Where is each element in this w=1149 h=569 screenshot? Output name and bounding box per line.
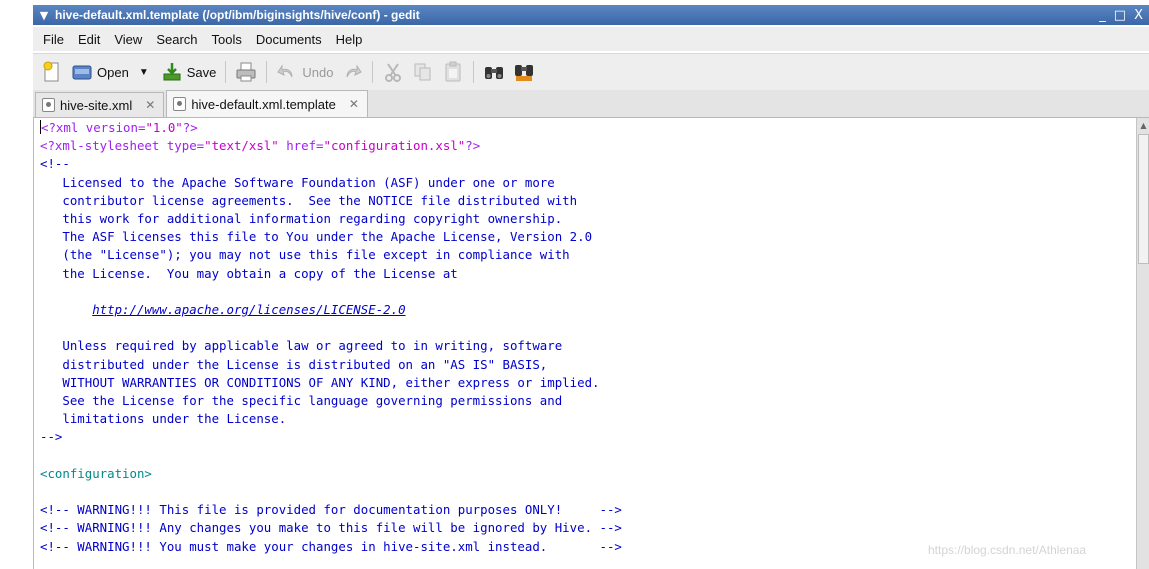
- redo-icon: [341, 61, 363, 83]
- paste-button[interactable]: [438, 58, 468, 86]
- watermark: https://blog.csdn.net/Athlenaa: [928, 543, 1087, 557]
- printer-icon: [235, 61, 257, 83]
- vertical-scrollbar[interactable]: ▲: [1136, 118, 1149, 569]
- comment-close: -->: [40, 429, 63, 445]
- stylesheet-href-attr: href=: [278, 138, 324, 154]
- license-line: the License. You may obtain a copy of th…: [40, 265, 458, 281]
- clipboard-icon: [442, 61, 464, 83]
- find-button[interactable]: [479, 58, 509, 86]
- stylesheet-href-value: "configuration.xsl": [323, 138, 466, 154]
- window-title: hive-default.xml.template (/opt/ibm/bigi…: [55, 8, 420, 22]
- menu-search[interactable]: Search: [149, 32, 204, 47]
- copy-button[interactable]: [408, 58, 438, 86]
- document-tabs: hive-site.xml ✕ hive-default.xml.templat…: [33, 90, 1149, 118]
- tab-label: hive-site.xml: [60, 97, 133, 113]
- open-recent-dropdown[interactable]: ▼: [133, 58, 153, 86]
- save-icon: [161, 61, 183, 83]
- document-icon: [173, 97, 187, 111]
- license-line: Licensed to the Apache Software Foundati…: [40, 174, 555, 190]
- save-label: Save: [186, 64, 217, 80]
- toolbar-separator: [225, 61, 227, 83]
- scroll-up-arrow-icon[interactable]: ▲: [1139, 120, 1148, 132]
- toolbar-separator: [473, 61, 475, 83]
- cut-button[interactable]: [378, 58, 408, 86]
- minimize-button[interactable]: _: [1099, 8, 1106, 23]
- toolbar-separator: [372, 61, 374, 83]
- new-button[interactable]: [37, 58, 67, 86]
- license-url-link[interactable]: http://www.apache.org/licenses/LICENSE-2…: [92, 302, 405, 317]
- menu-help[interactable]: Help: [329, 32, 370, 47]
- xml-declaration: <?xml version=: [41, 120, 146, 135]
- open-label: Open: [97, 64, 129, 80]
- document-icon: [42, 98, 55, 112]
- folder-open-icon: [71, 61, 93, 83]
- stylesheet-pi-end: ?>: [465, 138, 481, 154]
- license-line: The ASF licenses this file to You under …: [40, 229, 593, 245]
- configuration-tag: <configuration>: [40, 465, 152, 481]
- window-menu-arrow-icon[interactable]: ▼: [33, 9, 55, 22]
- open-button[interactable]: Open: [67, 58, 133, 86]
- binoculars-icon: [483, 61, 505, 83]
- code-view[interactable]: <?xml version="1.0"?> <?xml-stylesheet t…: [40, 119, 622, 556]
- menu-view[interactable]: View: [107, 32, 149, 47]
- redo-button[interactable]: [337, 58, 367, 86]
- close-tab-icon[interactable]: ✕: [145, 98, 155, 112]
- copy-icon: [412, 61, 434, 83]
- window-titlebar: ▼ hive-default.xml.template (/opt/ibm/bi…: [33, 5, 1149, 25]
- stylesheet-type-value: "text/xsl": [204, 138, 279, 154]
- warning-comment: <!-- WARNING!!! Any changes you make to …: [40, 520, 622, 536]
- license-line: See the License for the specific languag…: [40, 393, 563, 409]
- scroll-thumb[interactable]: [1138, 134, 1149, 264]
- maximize-button[interactable]: □: [1114, 8, 1126, 23]
- tab-label: hive-default.xml.template: [191, 96, 336, 112]
- print-button[interactable]: [231, 58, 261, 86]
- comment-open: <!--: [40, 156, 70, 172]
- save-button[interactable]: Save: [157, 58, 221, 86]
- scissors-icon: [382, 61, 404, 83]
- xml-version-value: "1.0": [145, 120, 183, 135]
- undo-button[interactable]: Undo: [272, 58, 337, 86]
- find-replace-icon: [513, 61, 535, 83]
- menu-documents[interactable]: Documents: [249, 32, 329, 47]
- license-line: contributor license agreements. See the …: [40, 192, 578, 208]
- toolbar-separator: [266, 61, 268, 83]
- warning-comment: <!-- WARNING!!! You must make your chang…: [40, 538, 622, 554]
- dropdown-arrow-icon: ▼: [138, 66, 149, 78]
- undo-label: Undo: [302, 64, 334, 80]
- menu-tools[interactable]: Tools: [205, 32, 249, 47]
- toolbar: Open ▼ Save Undo: [33, 53, 1149, 90]
- menu-file[interactable]: File: [33, 32, 71, 47]
- xml-declaration-end: ?>: [182, 120, 198, 135]
- license-line: (the "License"); you may not use this fi…: [40, 247, 570, 263]
- close-tab-icon[interactable]: ✕: [349, 97, 359, 111]
- license-line: distributed under the License is distrib…: [40, 356, 548, 372]
- license-line: WITHOUT WARRANTIES OR CONDITIONS OF ANY …: [40, 374, 600, 390]
- stylesheet-pi: <?xml-stylesheet type=: [40, 138, 205, 154]
- license-line: limitations under the License.: [40, 411, 287, 427]
- close-button[interactable]: X: [1134, 8, 1143, 23]
- text-editor[interactable]: <?xml version="1.0"?> <?xml-stylesheet t…: [33, 118, 1136, 569]
- license-line: Unless required by applicable law or agr…: [40, 338, 563, 354]
- menu-edit[interactable]: Edit: [71, 32, 107, 47]
- find-replace-button[interactable]: [509, 58, 539, 86]
- tab-hive-default-template[interactable]: hive-default.xml.template ✕: [166, 90, 368, 117]
- license-line: this work for additional information reg…: [40, 211, 563, 227]
- menu-bar: File Edit View Search Tools Documents He…: [33, 27, 1149, 51]
- tab-hive-site[interactable]: hive-site.xml ✕: [35, 92, 165, 117]
- new-document-icon: [41, 61, 63, 83]
- warning-comment: <!-- WARNING!!! This file is provided fo…: [40, 502, 622, 518]
- undo-icon: [276, 61, 298, 83]
